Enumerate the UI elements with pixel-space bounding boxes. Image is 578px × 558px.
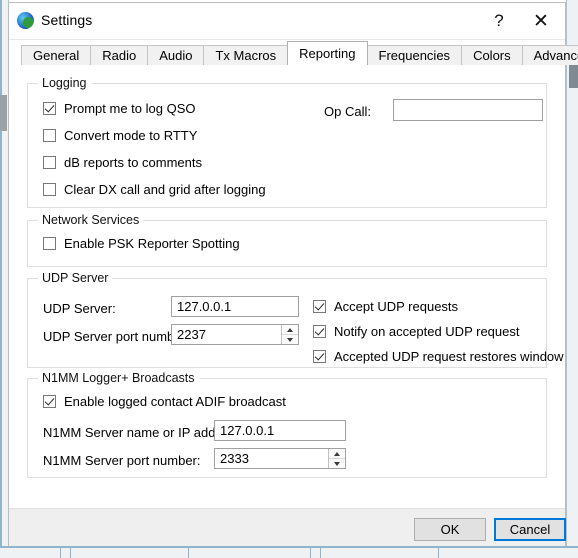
- udp-server-label: UDP Server:: [43, 301, 116, 316]
- globe-icon: [17, 12, 34, 29]
- checkbox-label: Prompt me to log QSO: [64, 101, 196, 116]
- spinner-arrows[interactable]: [328, 449, 345, 468]
- settings-dialog: Settings ? ✕ General Radio Audio Tx Macr…: [8, 2, 578, 546]
- n1mm-server-input[interactable]: [214, 420, 346, 441]
- checkbox-indicator[interactable]: [313, 300, 326, 313]
- udp-server-port-label: UDP Server port number:: [43, 329, 190, 344]
- tab-frequencies[interactable]: Frequencies: [366, 45, 463, 65]
- background-bottom-strip: [0, 546, 578, 558]
- spinner-down-icon[interactable]: [282, 334, 298, 344]
- title-bar: Settings ? ✕: [9, 3, 565, 40]
- tab-strip: General Radio Audio Tx Macros Reporting …: [21, 41, 578, 65]
- checkbox-accept-udp-requests[interactable]: Accept UDP requests: [313, 299, 458, 314]
- checkbox-label: Clear DX call and grid after logging: [64, 182, 266, 197]
- op-call-label: Op Call:: [324, 104, 371, 119]
- tab-bar: General Radio Audio Tx Macros Reporting …: [9, 39, 578, 65]
- udp-server-port-spinner[interactable]: [171, 324, 299, 345]
- tab-audio[interactable]: Audio: [147, 45, 205, 65]
- udp-server-input[interactable]: [171, 296, 299, 317]
- checkbox-enable-psk-reporter-spotting[interactable]: Enable PSK Reporter Spotting: [43, 236, 240, 251]
- spinner-up-icon[interactable]: [282, 325, 298, 334]
- n1mm-group-label: N1MM Logger+ Broadcasts: [38, 371, 199, 385]
- checkbox-label: Accepted UDP request restores window: [334, 349, 564, 364]
- network-services-group-label: Network Services: [38, 213, 144, 227]
- checkbox-indicator[interactable]: [43, 183, 56, 196]
- checkbox-notify-on-accepted-udp-request[interactable]: Notify on accepted UDP request: [313, 324, 519, 339]
- udp-server-group-label: UDP Server: [38, 271, 113, 285]
- help-icon[interactable]: ?: [479, 3, 519, 39]
- tab-colors[interactable]: Colors: [461, 45, 523, 65]
- checkbox-indicator[interactable]: [43, 129, 56, 142]
- checkbox-label: dB reports to comments: [64, 155, 202, 170]
- close-icon[interactable]: ✕: [521, 3, 561, 39]
- background-left-edge: [0, 0, 2, 548]
- spinner-up-icon[interactable]: [329, 449, 345, 458]
- reporting-tab-panel: Logging Prompt me to log QSO Convert mod…: [9, 65, 565, 508]
- cancel-button[interactable]: Cancel: [494, 518, 566, 541]
- checkbox-indicator[interactable]: [43, 395, 56, 408]
- checkbox-label: Enable logged contact ADIF broadcast: [64, 394, 286, 409]
- checkbox-convert-mode-to-rtty[interactable]: Convert mode to RTTY: [43, 128, 197, 143]
- tab-radio[interactable]: Radio: [90, 45, 149, 65]
- checkbox-label: Notify on accepted UDP request: [334, 324, 520, 339]
- tab-tx-macros[interactable]: Tx Macros: [203, 45, 289, 65]
- checkbox-clear-dx-call-and-grid[interactable]: Clear DX call and grid after logging: [43, 182, 266, 197]
- checkbox-label: Enable PSK Reporter Spotting: [64, 236, 240, 251]
- n1mm-broadcasts-group: N1MM Logger+ Broadcasts Enable logged co…: [27, 371, 547, 478]
- checkbox-indicator[interactable]: [43, 102, 56, 115]
- logging-group: Logging Prompt me to log QSO Convert mod…: [27, 76, 547, 208]
- n1mm-port-spinner[interactable]: [214, 448, 346, 469]
- n1mm-port-input[interactable]: [215, 449, 328, 468]
- checkbox-indicator[interactable]: [43, 156, 56, 169]
- tab-general[interactable]: General: [21, 45, 92, 65]
- udp-server-group: UDP Server UDP Server: UDP Server port n…: [27, 271, 564, 368]
- spinner-arrows[interactable]: [281, 325, 298, 344]
- checkbox-label: Convert mode to RTTY: [64, 128, 198, 143]
- network-services-group: Network Services Enable PSK Reporter Spo…: [27, 213, 547, 267]
- udp-server-port-input[interactable]: [172, 325, 281, 344]
- checkbox-indicator[interactable]: [313, 350, 326, 363]
- ok-button[interactable]: OK: [414, 518, 486, 541]
- spinner-down-icon[interactable]: [329, 458, 345, 468]
- checkbox-indicator[interactable]: [43, 237, 56, 250]
- checkbox-indicator[interactable]: [313, 325, 326, 338]
- logging-group-label: Logging: [38, 76, 91, 90]
- tab-reporting[interactable]: Reporting: [287, 41, 368, 65]
- checkbox-accepted-udp-request-restores-window[interactable]: Accepted UDP request restores window: [313, 349, 564, 364]
- tab-advanced[interactable]: Advanced: [521, 45, 578, 65]
- window-title: Settings: [41, 12, 93, 28]
- background-scrollbar-thumb-left[interactable]: [0, 95, 7, 131]
- checkbox-prompt-me-to-log-qso[interactable]: Prompt me to log QSO: [43, 101, 196, 116]
- dialog-footer: OK Cancel: [9, 508, 566, 546]
- op-call-input[interactable]: [393, 99, 543, 121]
- checkbox-label: Accept UDP requests: [334, 299, 459, 314]
- checkbox-enable-logged-contact-adif-broadcast[interactable]: Enable logged contact ADIF broadcast: [43, 394, 286, 409]
- checkbox-db-reports-to-comments[interactable]: dB reports to comments: [43, 155, 202, 170]
- n1mm-port-label: N1MM Server port number:: [43, 453, 201, 468]
